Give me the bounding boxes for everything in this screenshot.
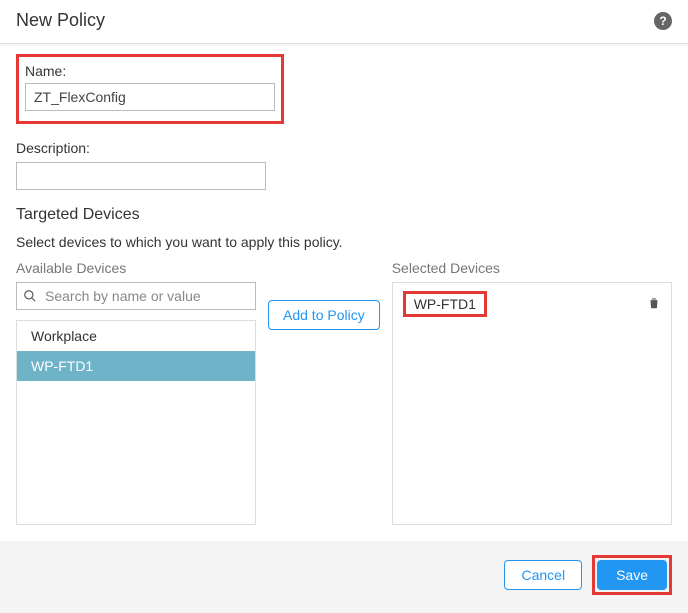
dialog-header: New Policy ? <box>0 0 688 44</box>
save-button-highlight: Save <box>592 555 672 595</box>
list-item[interactable]: Workplace <box>17 321 255 351</box>
targeted-devices-title: Targeted Devices <box>16 206 672 224</box>
list-item[interactable]: WP-FTD1 <box>17 351 255 381</box>
list-item: WP-FTD1 <box>403 291 661 317</box>
dialog-footer: Cancel Save <box>0 541 688 613</box>
name-field-highlight: Name: <box>16 54 284 124</box>
name-input[interactable] <box>25 83 275 111</box>
available-devices-label: Available Devices <box>16 260 256 276</box>
selected-devices-list: WP-FTD1 <box>392 282 672 525</box>
targeted-devices-instructions: Select devices to which you want to appl… <box>16 234 672 250</box>
save-button[interactable]: Save <box>597 560 667 590</box>
name-label: Name: <box>25 63 275 79</box>
delete-icon[interactable] <box>647 295 661 314</box>
description-input[interactable] <box>16 162 266 190</box>
selected-device-highlight: WP-FTD1 <box>403 291 487 317</box>
cancel-button[interactable]: Cancel <box>504 560 582 590</box>
dialog-content: Name: Description: Targeted Devices Sele… <box>0 44 688 541</box>
dialog-title: New Policy <box>16 10 105 31</box>
selected-devices-label: Selected Devices <box>392 260 672 276</box>
description-label: Description: <box>16 140 672 156</box>
search-icon <box>23 289 37 303</box>
selected-device-label: WP-FTD1 <box>414 296 476 312</box>
available-devices-list: Workplace WP-FTD1 <box>16 320 256 525</box>
help-icon[interactable]: ? <box>654 12 672 30</box>
search-box[interactable] <box>16 282 256 310</box>
add-to-policy-button[interactable]: Add to Policy <box>268 300 380 330</box>
search-input[interactable] <box>43 287 249 305</box>
